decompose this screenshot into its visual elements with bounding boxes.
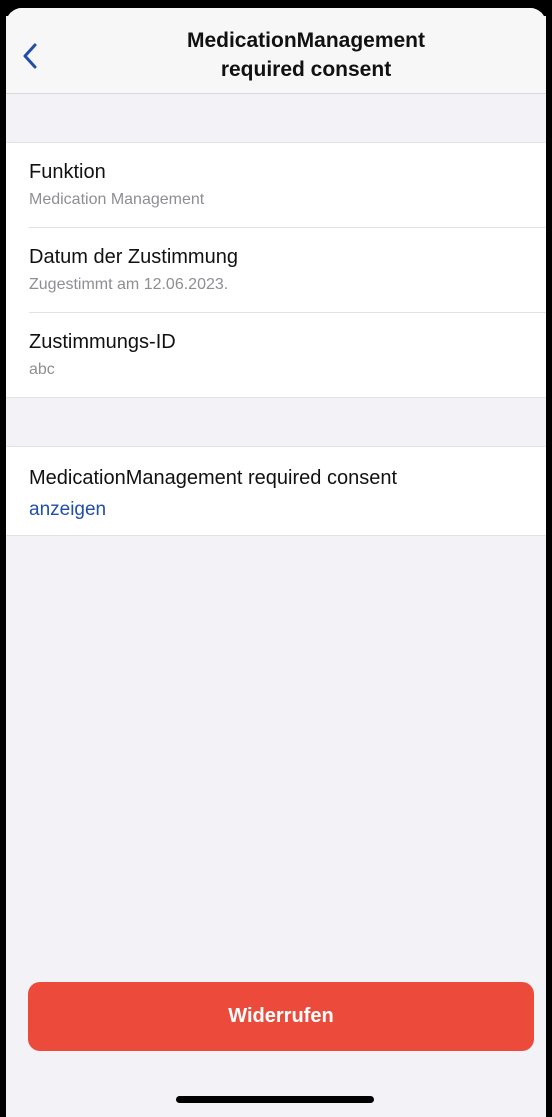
list-item-consent-date: Datum der Zustimmung Zugestimmt am 12.06… [6,228,546,312]
list-item-consent-id: Zustimmungs-ID abc [6,313,546,397]
list-item-consent-document: MedicationManagement required consent an… [6,447,546,531]
consent-document-label: MedicationManagement required consent [29,467,397,489]
consent-details-group: Funktion Medication Management Datum der… [6,142,546,398]
consent-document-group: MedicationManagement required consent an… [6,446,546,536]
function-label: Funktion [29,161,106,183]
consent-id-value: abc [29,361,55,378]
consent-date-label: Datum der Zustimmung [29,246,238,268]
consent-id-label: Zustimmungs-ID [29,331,176,353]
page-title-line-1: MedicationManagement [186,29,426,52]
back-button[interactable] [10,34,50,78]
revoke-button[interactable]: Widerrufen [28,982,534,1051]
consent-date-value: Zugestimmt am 12.06.2023. [29,276,229,293]
page-title-line-2: required consent [220,58,392,81]
page-title: MedicationManagement required consent [86,26,526,84]
function-value: Medication Management [29,191,205,208]
list-item-function: Funktion Medication Management [6,143,546,227]
home-indicator [176,1096,374,1103]
screen: MedicationManagement required consent Fu… [0,0,552,1117]
modal-sheet: MedicationManagement required consent Fu… [6,8,546,1117]
show-consent-link[interactable]: anzeigen [29,499,106,521]
chevron-left-icon [23,43,37,69]
navigation-bar: MedicationManagement required consent [6,8,546,94]
